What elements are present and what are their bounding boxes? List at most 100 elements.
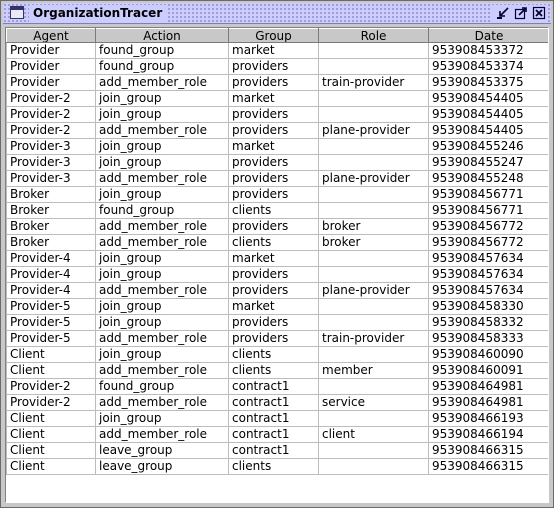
action-cell[interactable]: found_group [95,378,229,395]
date-cell[interactable]: 953908458332 [428,314,548,331]
action-cell[interactable]: add_member_role [95,362,229,379]
window-icon[interactable] [10,6,24,19]
group-cell[interactable]: market [228,90,319,107]
table-row[interactable]: Client join_group contract1 953908466193 [6,410,548,427]
table-row[interactable]: Client leave_group contract1 953908466315 [6,442,548,459]
role-cell[interactable] [318,314,429,331]
date-cell[interactable]: 953908453374 [428,58,548,75]
group-cell[interactable]: providers [228,266,319,283]
agent-cell[interactable]: Client [6,442,96,459]
table-row[interactable]: Provider-2 join_group market 953908454405 [6,90,548,107]
group-cell[interactable]: market [228,298,319,315]
group-cell[interactable]: market [228,42,319,59]
table-row[interactable]: Broker join_group providers 953908456771 [6,186,548,203]
action-cell[interactable]: leave_group [95,458,229,475]
table-row[interactable]: Provider-2 join_group providers 95390845440… [6,106,548,123]
role-cell[interactable] [318,378,429,395]
title-bar[interactable]: OrganizationTracer [3,3,551,24]
date-cell[interactable]: 953908460090 [428,346,548,363]
agent-cell[interactable]: Broker [6,202,96,219]
date-cell[interactable]: 953908453372 [428,42,548,59]
agent-cell[interactable]: Client [6,362,96,379]
action-cell[interactable]: join_group [95,250,229,267]
agent-cell[interactable]: Provider-2 [6,394,96,411]
date-cell[interactable]: 953908458333 [428,330,548,347]
table-row[interactable]: Provider-3 join_group market 953908455246 [6,138,548,155]
agent-cell[interactable]: Provider-5 [6,330,96,347]
date-cell[interactable]: 953908457634 [428,250,548,267]
date-cell[interactable]: 953908460091 [428,362,548,379]
action-cell[interactable]: leave_group [95,442,229,459]
date-cell[interactable]: 953908456772 [428,218,548,235]
group-cell[interactable]: providers [228,74,319,91]
role-cell[interactable] [318,346,429,363]
iconify-icon[interactable] [495,5,511,21]
agent-cell[interactable]: Provider-3 [6,154,96,171]
table-row[interactable]: Client add_member_role clients member 953908… [6,362,548,379]
group-cell[interactable]: providers [228,58,319,75]
action-cell[interactable]: add_member_role [95,170,229,187]
role-cell[interactable]: broker [318,234,429,251]
table-row[interactable]: Provider-5 add_member_role providers train-… [6,330,548,347]
action-cell[interactable]: found_group [95,202,229,219]
agent-cell[interactable]: Provider [6,42,96,59]
table-row[interactable]: Provider-5 join_group market 953908458330 [6,298,548,315]
role-cell[interactable] [318,42,429,59]
action-cell[interactable]: join_group [95,298,229,315]
agent-cell[interactable]: Client [6,346,96,363]
table-row[interactable]: Provider-2 found_group contract1 9539084649… [6,378,548,395]
date-cell[interactable]: 953908466315 [428,442,548,459]
role-cell[interactable] [318,442,429,459]
role-cell[interactable]: plane-provider [318,170,429,187]
action-cell[interactable]: join_group [95,266,229,283]
date-cell[interactable]: 953908457634 [428,266,548,283]
group-cell[interactable]: contract1 [228,394,319,411]
agent-cell[interactable]: Provider-2 [6,378,96,395]
table-row[interactable]: Broker add_member_role providers broker 9539… [6,218,548,235]
role-cell[interactable] [318,58,429,75]
group-cell[interactable]: contract1 [228,426,319,443]
agent-cell[interactable]: Broker [6,234,96,251]
agent-cell[interactable]: Provider-3 [6,170,96,187]
group-cell[interactable]: contract1 [228,442,319,459]
date-cell[interactable]: 953908455246 [428,138,548,155]
date-cell[interactable]: 953908454405 [428,122,548,139]
date-cell[interactable]: 953908464981 [428,378,548,395]
role-cell[interactable] [318,90,429,107]
role-cell[interactable]: service [318,394,429,411]
agent-cell[interactable]: Provider-4 [6,282,96,299]
table-row[interactable]: Provider-4 join_group market 953908457634 [6,250,548,267]
column-header-role[interactable]: Role [318,28,429,43]
group-cell[interactable]: clients [228,234,319,251]
role-cell[interactable] [318,298,429,315]
table-row[interactable]: Provider-2 add_member_role providers plane-… [6,122,548,139]
table-row[interactable]: Client join_group clients 953908460090 [6,346,548,363]
group-cell[interactable]: clients [228,458,319,475]
agent-cell[interactable]: Provider-3 [6,138,96,155]
maximize-icon[interactable] [513,5,529,21]
date-cell[interactable]: 953908456771 [428,186,548,203]
role-cell[interactable]: plane-provider [318,122,429,139]
table-row[interactable]: Provider-3 add_member_role providers plane-… [6,170,548,187]
action-cell[interactable]: add_member_role [95,330,229,347]
date-cell[interactable]: 953908466193 [428,410,548,427]
agent-cell[interactable]: Provider [6,74,96,91]
table-row[interactable]: Broker found_group clients 953908456771 [6,202,548,219]
agent-cell[interactable]: Provider-2 [6,90,96,107]
action-cell[interactable]: add_member_role [95,234,229,251]
date-cell[interactable]: 953908453375 [428,74,548,91]
role-cell[interactable]: train-provider [318,330,429,347]
date-cell[interactable]: 953908454405 [428,106,548,123]
table-row[interactable]: Provider found_group providers 953908453374 [6,58,548,75]
agent-cell[interactable]: Provider-2 [6,106,96,123]
date-cell[interactable]: 953908466315 [428,458,548,475]
date-cell[interactable]: 953908456771 [428,202,548,219]
role-cell[interactable]: train-provider [318,74,429,91]
date-cell[interactable]: 953908456772 [428,234,548,251]
group-cell[interactable]: clients [228,362,319,379]
action-cell[interactable]: join_group [95,410,229,427]
role-cell[interactable] [318,154,429,171]
role-cell[interactable] [318,410,429,427]
column-header-group[interactable]: Group [228,28,319,43]
date-cell[interactable]: 953908464981 [428,394,548,411]
